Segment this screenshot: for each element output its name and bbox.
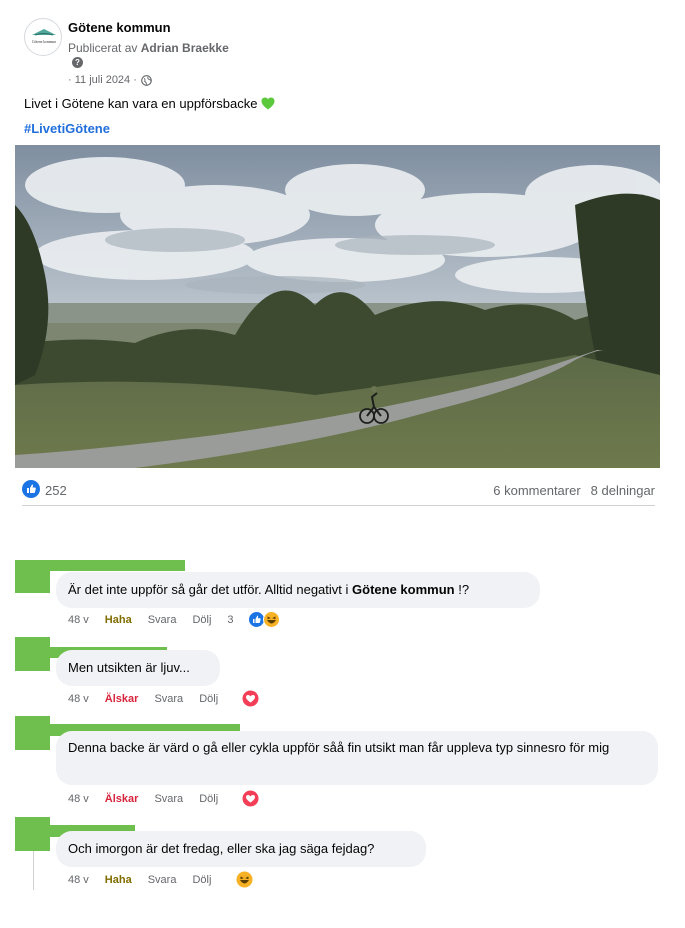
post-text-body: Livet i Götene kan vara en uppförsbacke	[24, 96, 258, 111]
hide-button[interactable]: Dölj	[199, 693, 218, 705]
stats-right: 6 kommentarer 8 delningar	[493, 483, 655, 498]
reaction-button[interactable]: Haha	[105, 874, 132, 886]
comment-actions: 48 v Haha Svara Dölj	[68, 874, 227, 886]
reply-button[interactable]: Svara	[148, 874, 177, 886]
comment-bubble: Denna backe är värd o gå eller cykla upp…	[56, 731, 658, 785]
haha-icon	[236, 871, 253, 888]
comment-time[interactable]: 48 v	[68, 874, 89, 886]
avatar-logo-text: Götene kommun	[32, 40, 56, 44]
help-icon[interactable]: ?	[72, 57, 83, 68]
comment-text: Denna backe är värd o gå eller cykla upp…	[68, 740, 610, 755]
comment-text: Men utsikten är ljuv...	[68, 660, 190, 675]
page-avatar[interactable]: Götene kommun	[24, 18, 62, 56]
post-stats: 252 6 kommentarer 8 delningar	[22, 480, 655, 502]
reaction-button[interactable]: Älskar	[105, 693, 139, 705]
hide-button[interactable]: Dölj	[199, 793, 218, 805]
comment-bubble: Men utsikten är ljuv...	[56, 650, 220, 686]
byline: Publicerat av Adrian Braekke	[68, 41, 229, 55]
green-heart-icon	[261, 97, 275, 110]
reaction-button[interactable]: Haha	[105, 614, 132, 626]
comment-actions: 48 v Haha Svara Dölj 3	[68, 614, 235, 626]
stats-divider	[22, 505, 655, 506]
globe-icon	[141, 74, 152, 86]
reply-button[interactable]: Svara	[148, 614, 177, 626]
love-icon	[242, 690, 259, 707]
hide-button[interactable]: Dölj	[192, 874, 211, 886]
like-icon[interactable]	[22, 480, 40, 498]
like-count[interactable]: 252	[45, 483, 67, 498]
love-icon	[242, 790, 259, 807]
comment-time[interactable]: 48 v	[68, 614, 89, 626]
comment-count[interactable]: 6 kommentarer	[493, 483, 580, 498]
post-photo[interactable]	[15, 145, 660, 468]
share-count[interactable]: 8 delningar	[591, 483, 655, 498]
comment-text: Är det inte uppför så går det utför. All…	[68, 582, 353, 597]
comment-text-end: !?	[454, 582, 470, 597]
post-date[interactable]: · 11 juli 2024 ·	[68, 74, 137, 86]
reply-button[interactable]: Svara	[154, 693, 183, 705]
page-name[interactable]: Götene kommun	[68, 20, 171, 35]
author-name[interactable]: Adrian Braekke	[141, 41, 229, 55]
comment-time[interactable]: 48 v	[68, 793, 89, 805]
byline-prefix: Publicerat av	[68, 41, 138, 55]
comment-actions: 48 v Älskar Svara Dölj	[68, 693, 234, 705]
comment-actions: 48 v Älskar Svara Dölj	[68, 793, 234, 805]
reaction-button[interactable]: Älskar	[105, 793, 139, 805]
comment-mention[interactable]: Götene kommun	[352, 582, 455, 597]
comment-text: Och imorgon är det fredag, eller ska jag…	[68, 841, 375, 856]
reaction-count[interactable]: 3	[227, 614, 233, 626]
comment-time[interactable]: 48 v	[68, 693, 89, 705]
redacted-commenter-name	[45, 560, 185, 571]
hide-button[interactable]: Dölj	[192, 614, 211, 626]
haha-icon	[263, 611, 280, 628]
post-meta: · 11 juli 2024 ·	[68, 74, 152, 86]
reply-button[interactable]: Svara	[154, 793, 183, 805]
post-text: Livet i Götene kan vara en uppförsbacke	[24, 96, 275, 111]
comment-bubble: Är det inte uppför så går det utför. All…	[56, 572, 540, 608]
comment-bubble: Och imorgon är det fredag, eller ska jag…	[56, 831, 426, 867]
hashtag-link[interactable]: #LivetiGötene	[24, 121, 110, 136]
